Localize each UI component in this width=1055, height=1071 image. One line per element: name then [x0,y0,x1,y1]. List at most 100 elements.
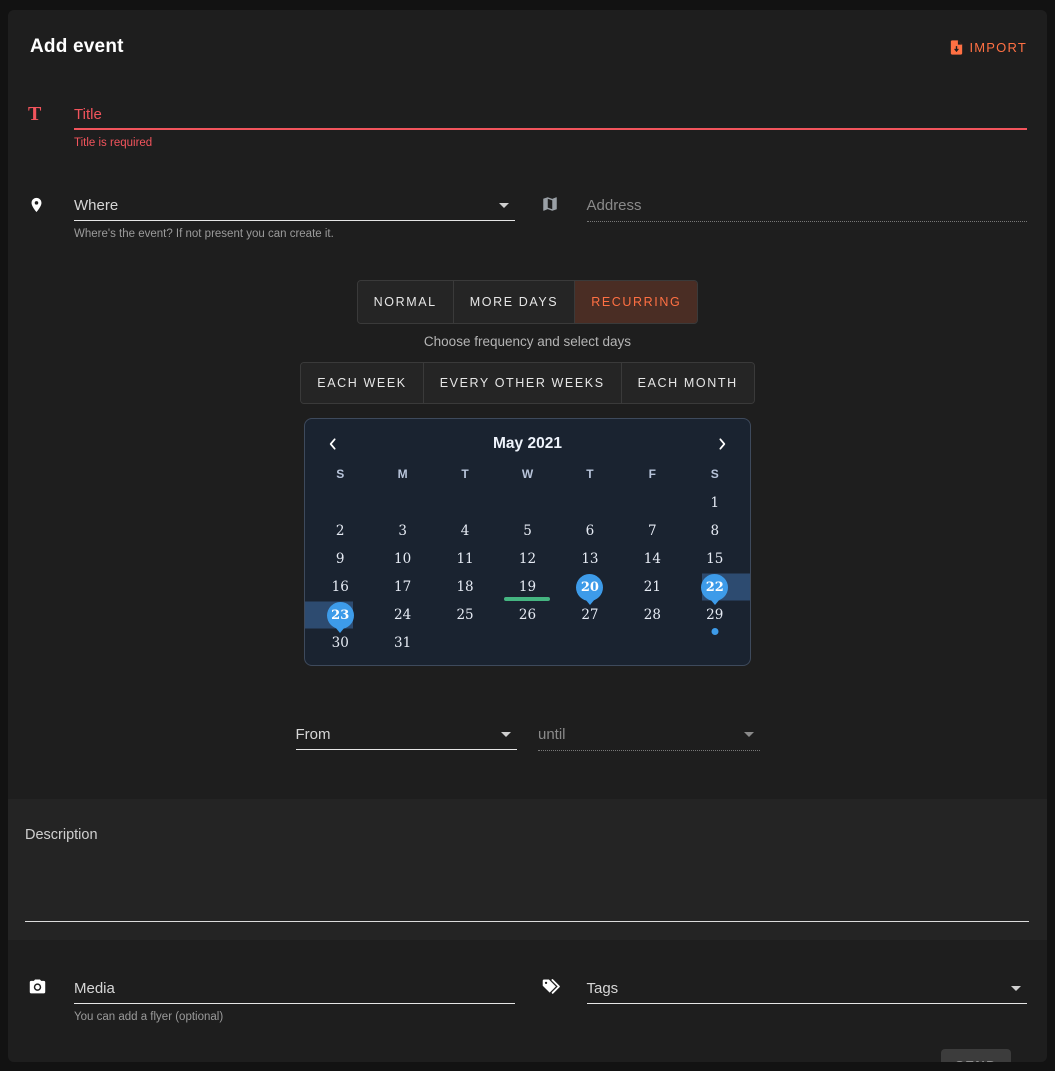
import-button[interactable]: IMPORT [948,39,1027,56]
calendar-day-19[interactable]: 19 [496,573,558,601]
calendar-day-24[interactable]: 24 [371,601,433,629]
day-number: 29 [706,607,723,623]
media-underline [74,1003,515,1004]
tab-normal[interactable]: NORMAL [358,281,454,323]
weekday-label: S [684,463,746,489]
title-underline [74,128,1027,130]
calendar-day-25[interactable]: 25 [434,601,496,629]
calendar-day-6[interactable]: 6 [559,517,621,545]
weekday-label: T [559,463,621,489]
description-textarea[interactable] [25,843,1030,913]
calendar-day-12[interactable]: 12 [496,545,558,573]
calendar-prev-button[interactable] [321,432,345,456]
file-import-icon [948,39,965,56]
day-number: 11 [456,551,473,567]
calendar-day-4[interactable]: 4 [434,517,496,545]
calendar-grid: 1234567891011121314151617181920212223242… [309,489,746,657]
calendar-day-13[interactable]: 13 [559,545,621,573]
frequency-each-month[interactable]: EACH MONTH [622,363,754,403]
day-number: 4 [461,523,470,539]
camera-icon [28,976,54,995]
calendar-day-23[interactable]: 23 [309,601,371,629]
media-input[interactable]: Media [74,976,515,1000]
event-type-tabs: NORMALMORE DAYSRECURRING [357,280,699,324]
until-field: until [538,722,760,751]
day-number: 3 [398,523,407,539]
calendar-day-empty [496,489,558,517]
selected-day-balloon: 23 [327,602,354,629]
location-pin-icon [28,193,54,215]
address-underline [587,221,1028,222]
day-number: 2 [336,523,345,539]
day-number: 5 [523,523,532,539]
weekday-label: S [309,463,371,489]
calendar-day-16[interactable]: 16 [309,573,371,601]
calendar-day-30[interactable]: 30 [309,629,371,657]
where-helper-text: Where's the event? If not present you ca… [74,228,515,240]
calendar-day-empty [496,629,558,657]
calendar-day-5[interactable]: 5 [496,517,558,545]
title-text-icon: T [28,102,54,124]
until-select[interactable]: until [538,722,760,746]
calendar-day-3[interactable]: 3 [371,517,433,545]
day-number: 28 [644,607,661,623]
calendar-day-9[interactable]: 9 [309,545,371,573]
calendar-day-18[interactable]: 18 [434,573,496,601]
day-number: 6 [586,523,595,539]
until-underline [538,750,760,751]
calendar-day-8[interactable]: 8 [684,517,746,545]
from-select[interactable]: From [296,722,518,746]
weekday-label: W [496,463,558,489]
calendar-day-28[interactable]: 28 [621,601,683,629]
frequency-every-other-weeks[interactable]: EVERY OTHER WEEKS [424,363,622,403]
media-placeholder: Media [74,980,115,997]
tab-more-days[interactable]: MORE DAYS [454,281,576,323]
day-number: 16 [332,579,349,595]
calendar-day-26[interactable]: 26 [496,601,558,629]
where-select[interactable]: Where [74,193,515,217]
today-underline [504,597,550,601]
day-number: 21 [644,579,661,595]
media-field-row: Media You can add a flyer (optional) [28,976,515,1023]
day-number: 14 [644,551,661,567]
calendar-day-31[interactable]: 31 [371,629,433,657]
tags-select[interactable]: Tags [587,976,1028,1000]
tags-icon [541,976,567,995]
calendar-day-15[interactable]: 15 [684,545,746,573]
from-field: From [296,722,518,751]
import-label: IMPORT [969,40,1027,55]
where-underline [74,220,515,221]
address-input[interactable]: Address [587,193,1028,217]
calendar-day-20[interactable]: 20 [559,573,621,601]
calendar-day-22[interactable]: 22 [684,573,746,601]
calendar-day-empty [434,489,496,517]
tags-field-row: Tags [541,976,1028,1023]
chevron-down-icon [501,732,511,737]
calendar-day-17[interactable]: 17 [371,573,433,601]
calendar-day-14[interactable]: 14 [621,545,683,573]
calendar-day-7[interactable]: 7 [621,517,683,545]
chevron-down-icon [499,203,509,208]
calendar-day-29[interactable]: 29 [684,601,746,629]
frequency-hint-text: Choose frequency and select days [28,334,1027,349]
day-number: 30 [332,635,349,651]
calendar-day-21[interactable]: 21 [621,573,683,601]
day-number: 7 [648,523,657,539]
calendar: May 2021 SMTWTFS 12345678910111213141516… [304,418,751,666]
send-button[interactable]: SEND [941,1049,1011,1062]
day-number: 8 [710,523,719,539]
calendar-day-10[interactable]: 10 [371,545,433,573]
tab-recurring[interactable]: RECURRING [575,281,697,323]
description-section: Description [8,799,1047,940]
frequency-each-week[interactable]: EACH WEEK [301,363,423,403]
day-number: 10 [394,551,411,567]
map-icon [541,193,567,213]
where-field-row: Where Where's the event? If not present … [28,193,515,240]
calendar-day-27[interactable]: 27 [559,601,621,629]
calendar-day-2[interactable]: 2 [309,517,371,545]
event-dot [711,628,718,635]
calendar-day-11[interactable]: 11 [434,545,496,573]
title-input[interactable]: Title [74,102,1027,126]
calendar-next-button[interactable] [710,432,734,456]
calendar-day-1[interactable]: 1 [684,489,746,517]
